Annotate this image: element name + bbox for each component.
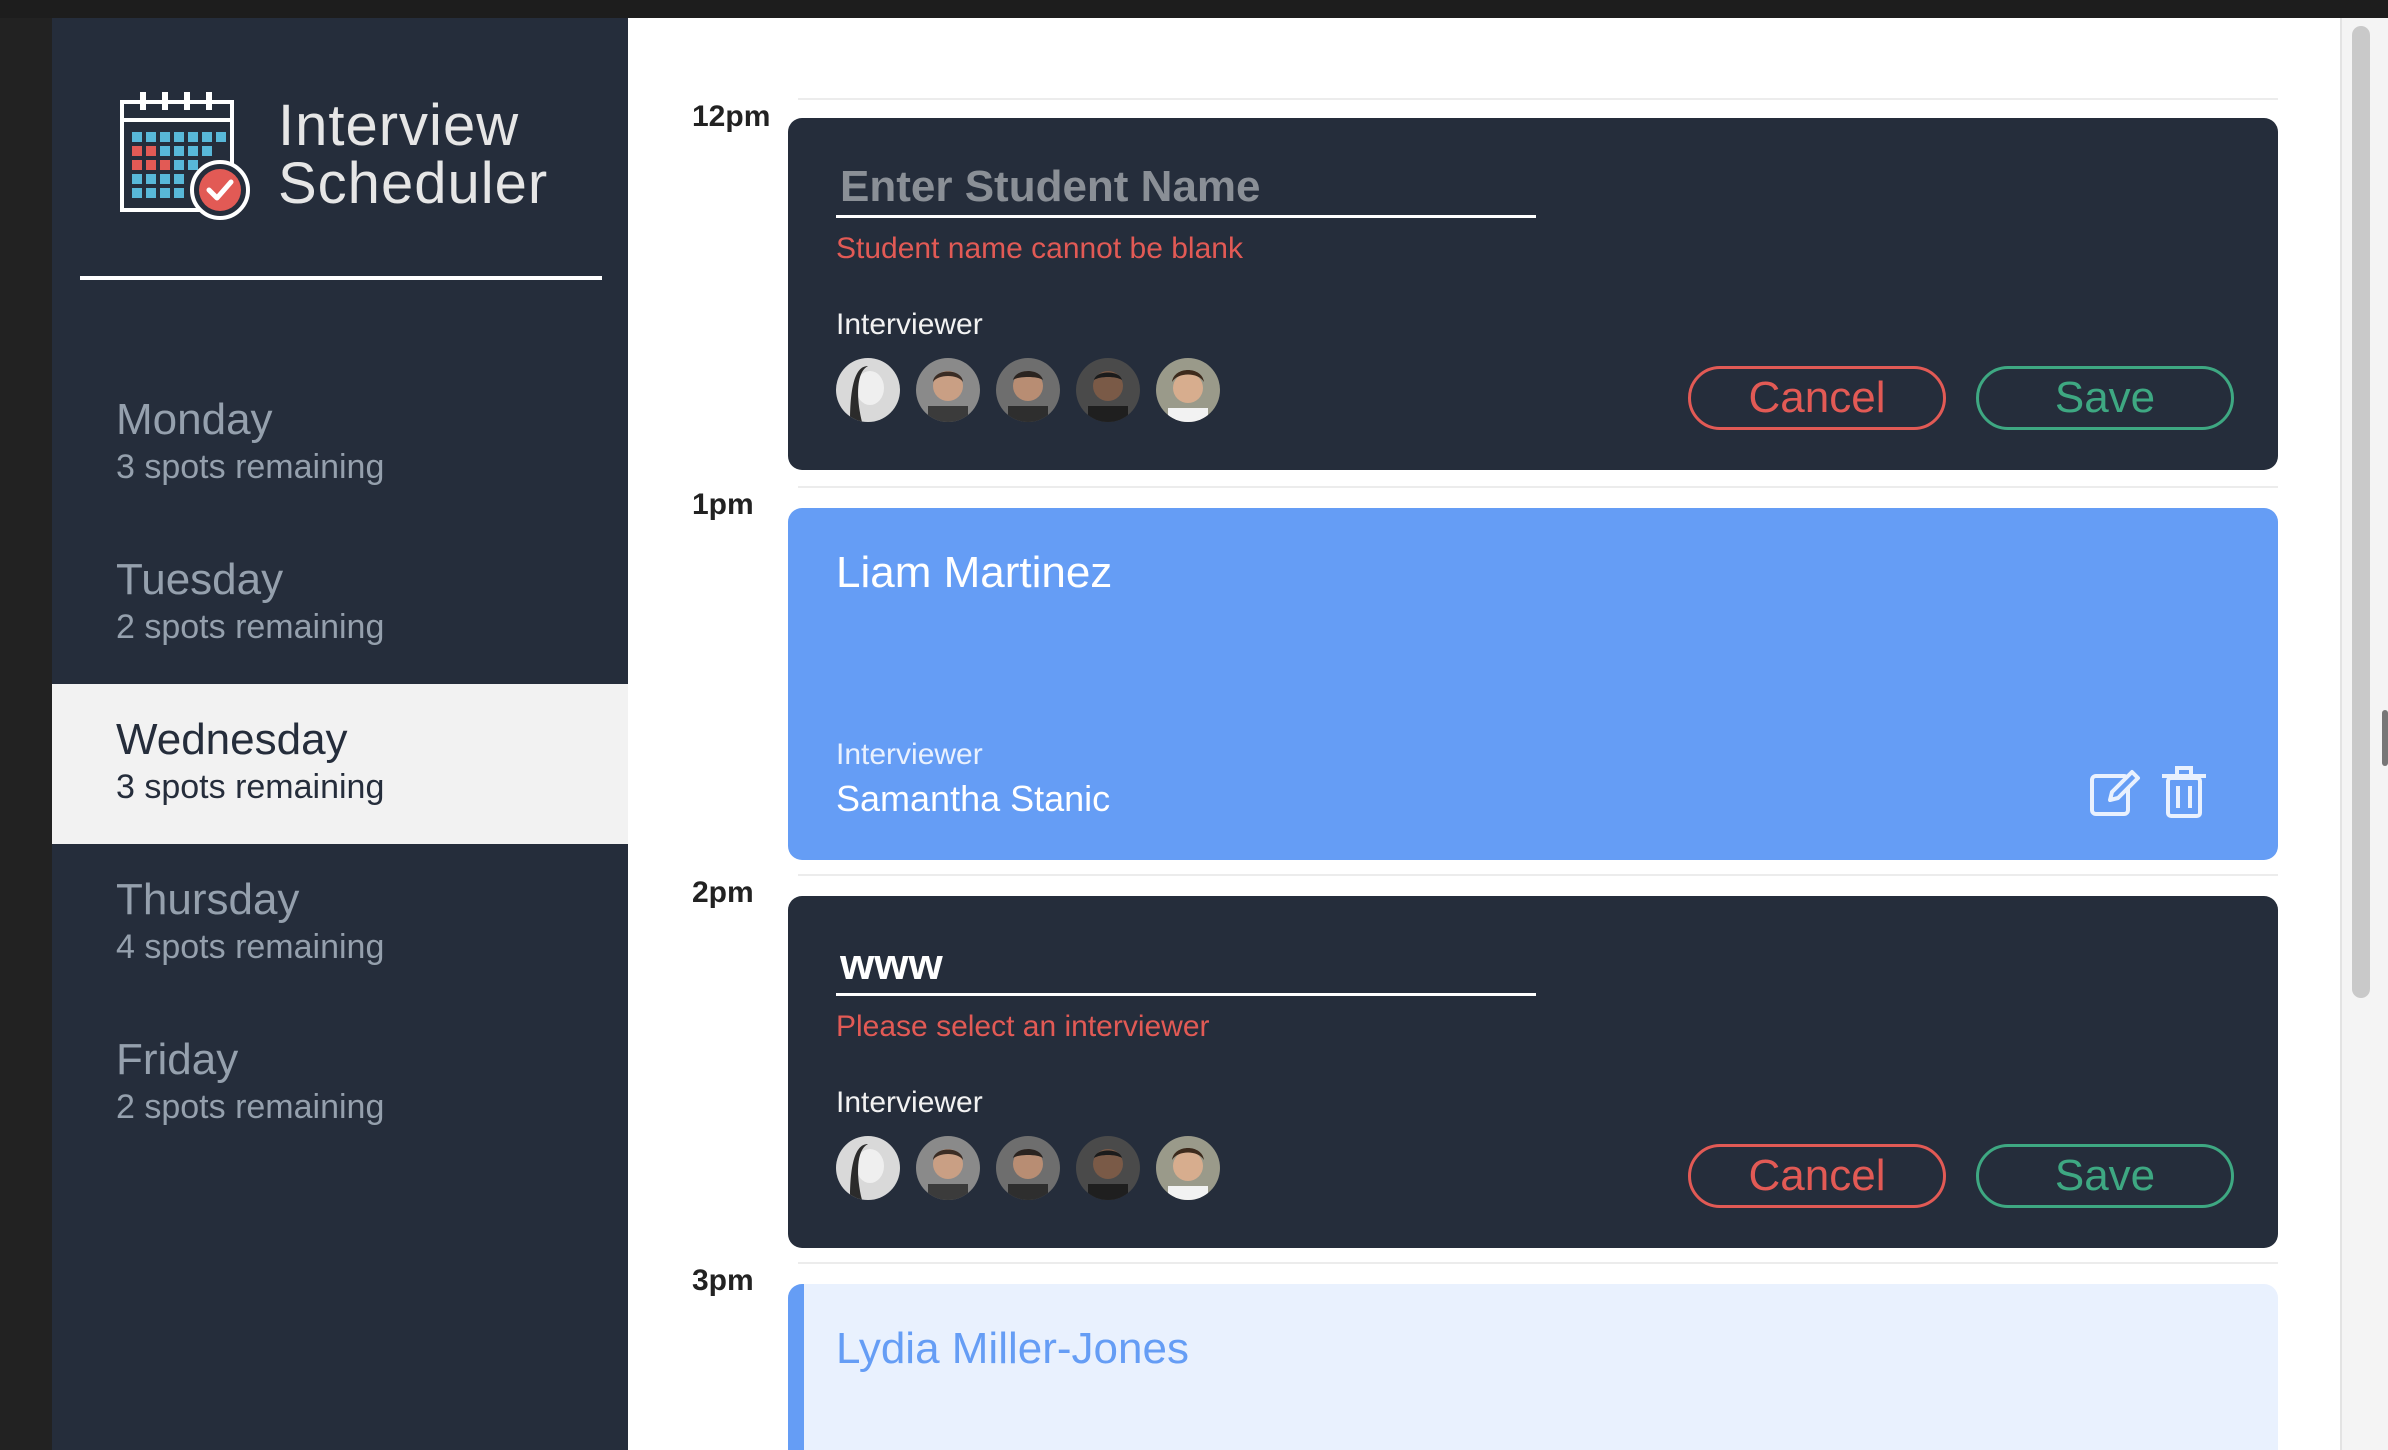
interviewer-avatar[interactable] [1076,358,1140,422]
time-label-12pm: 12pm [692,100,771,133]
day-item-monday[interactable]: Monday 3 spots remaining [52,364,628,524]
interviewer-avatar[interactable] [996,1136,1060,1200]
validation-error: Student name cannot be blank [836,232,1243,265]
appointment-pending: Lydia Miller-Jones [788,1284,2278,1450]
interviewer-name: Samantha Stanic [836,778,1111,819]
sidebar-divider [80,276,602,280]
appointment-actions [2072,764,2212,820]
cancel-button[interactable]: Cancel [1688,1144,1946,1208]
save-button[interactable]: Save [1976,366,2234,430]
cancel-button[interactable]: Cancel [1688,366,1946,430]
day-spots: 2 spots remaining [116,608,385,646]
save-button[interactable]: Save [1976,1144,2234,1208]
app-title: Interview Scheduler [278,97,548,213]
student-name: Lydia Miller-Jones [836,1324,1189,1373]
day-name: Wednesday [116,715,348,764]
interviewer-list [836,1136,1236,1200]
interviewer-avatar[interactable] [836,1136,900,1200]
day-name: Tuesday [116,555,284,604]
time-divider [798,1262,2278,1264]
scrollbar-thumb[interactable] [2352,26,2370,998]
interviewer-label: Interviewer [836,308,983,341]
edit-icon[interactable] [2086,764,2142,820]
time-label-3pm: 3pm [692,1264,754,1297]
day-item-tuesday[interactable]: Tuesday 2 spots remaining [52,524,628,684]
trash-icon[interactable] [2156,764,2212,820]
interviewer-avatar[interactable] [916,1136,980,1200]
sidebar: Interview Scheduler Monday 3 spots remai… [52,18,628,1450]
interviewer-label: Interviewer [836,738,983,771]
time-divider [798,98,2278,100]
student-name-input[interactable] [836,936,1536,996]
validation-error: Please select an interviewer [836,1010,1210,1043]
window-resize-handle[interactable] [2382,710,2388,766]
day-spots: 2 spots remaining [116,1088,385,1126]
student-name: Liam Martinez [836,548,1113,597]
day-item-thursday[interactable]: Thursday 4 spots remaining [52,844,628,1004]
day-spots: 3 spots remaining [116,768,385,806]
day-list: Monday 3 spots remaining Tuesday 2 spots… [52,364,628,1164]
day-name: Monday [116,395,273,444]
interviewer-avatar[interactable] [996,358,1060,422]
interviewer-label: Interviewer [836,1086,983,1119]
interviewer-avatar[interactable] [1156,1136,1220,1200]
day-name: Friday [116,1035,239,1084]
day-item-wednesday[interactable]: Wednesday 3 spots remaining [52,684,628,844]
schedule-panel: 12pm Student name cannot be blank Interv… [628,18,2340,1450]
day-item-friday[interactable]: Friday 2 spots remaining [52,1004,628,1164]
appointment-show: Liam Martinez Interviewer Samantha Stani… [788,508,2278,860]
interviewer-avatar[interactable] [836,358,900,422]
time-divider [798,486,2278,488]
interviewer-avatar[interactable] [1076,1136,1140,1200]
student-name-input[interactable] [836,158,1536,218]
window-top-bar [0,0,2388,18]
day-spots: 4 spots remaining [116,928,385,966]
app-title-line1: Interview [278,93,520,158]
time-label-1pm: 1pm [692,488,754,521]
app-title-line2: Scheduler [278,151,549,216]
logo: Interview Scheduler [118,88,548,222]
appointment-form: Student name cannot be blank Interviewer… [788,118,2278,470]
time-label-2pm: 2pm [692,876,754,909]
calendar-logo-icon [120,92,250,220]
interviewer-list [836,358,1236,422]
interviewer-avatar[interactable] [916,358,980,422]
app-window: Interview Scheduler Monday 3 spots remai… [0,0,2388,1450]
interviewer-avatar[interactable] [1156,358,1220,422]
time-divider [798,874,2278,876]
day-spots: 3 spots remaining [116,448,385,486]
day-name: Thursday [116,875,300,924]
appointment-form: Please select an interviewer Interviewer… [788,896,2278,1248]
